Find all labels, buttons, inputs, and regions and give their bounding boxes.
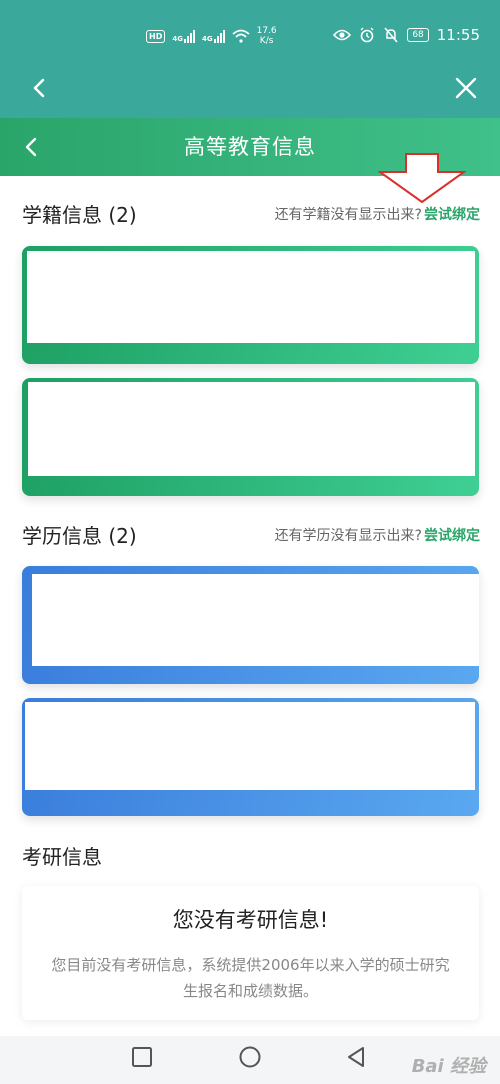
wifi-icon bbox=[232, 29, 250, 43]
eye-icon bbox=[333, 29, 352, 41]
status-bar: HD 4G 4G 17.6 K/s 68 11:55 bbox=[0, 0, 500, 62]
degree-bind-link[interactable]: 尝试绑定 bbox=[424, 528, 480, 544]
degree-hint: 还有学历没有显示出来? 尝试绑定 bbox=[274, 528, 480, 544]
network-speed: 17.6 K/s bbox=[256, 26, 277, 46]
empty-description: 您目前没有考研信息，系统提供2006年以来入学的硕士研究生报名和成绩数据。 bbox=[51, 956, 450, 1000]
clock: 11:55 bbox=[436, 26, 480, 44]
postgrad-section-header: 考研信息 bbox=[22, 842, 480, 872]
degree-section-header: 学历信息 (2) 还有学历没有显示出来? 尝试绑定 bbox=[22, 521, 480, 551]
postgrad-empty-card: 您没有考研信息! 您目前没有考研信息，系统提供2006年以来入学的硕士研究生报名… bbox=[22, 886, 479, 1020]
back-arrow-icon[interactable] bbox=[28, 76, 52, 100]
degree-card-1[interactable] bbox=[22, 566, 479, 684]
alarm-icon bbox=[360, 27, 374, 43]
enrollment-hint: 还有学籍没有显示出来? 尝试绑定 bbox=[274, 207, 480, 223]
close-icon[interactable] bbox=[454, 76, 478, 100]
mute-bell-icon bbox=[384, 27, 398, 43]
enrollment-bind-link[interactable]: 尝试绑定 bbox=[424, 207, 480, 223]
degree-card-2[interactable] bbox=[22, 698, 479, 816]
degree-section-title: 学历信息 (2) bbox=[22, 524, 137, 548]
enrollment-section-header: 学籍信息 (2) 还有学籍没有显示出来? 尝试绑定 bbox=[22, 200, 480, 230]
empty-title: 您没有考研信息! bbox=[172, 908, 329, 932]
signal-icon: 4G bbox=[172, 29, 195, 43]
enrollment-card-1[interactable] bbox=[22, 246, 479, 364]
enrollment-card-2[interactable] bbox=[22, 378, 479, 496]
recent-apps-icon[interactable] bbox=[130, 1045, 154, 1069]
home-icon[interactable] bbox=[238, 1045, 262, 1069]
back-triangle-icon[interactable] bbox=[344, 1045, 368, 1069]
arrow-annotation-icon bbox=[378, 153, 466, 204]
postgrad-section-title: 考研信息 bbox=[22, 845, 102, 869]
system-nav-bar: Bai 经验 bbox=[0, 1036, 500, 1084]
battery-icon: 68 bbox=[407, 28, 429, 42]
signal-icon: 4G bbox=[202, 29, 225, 43]
hd-icon: HD bbox=[146, 29, 166, 43]
watermark: Bai 经验 bbox=[411, 1056, 486, 1077]
enrollment-section-title: 学籍信息 (2) bbox=[22, 203, 137, 227]
